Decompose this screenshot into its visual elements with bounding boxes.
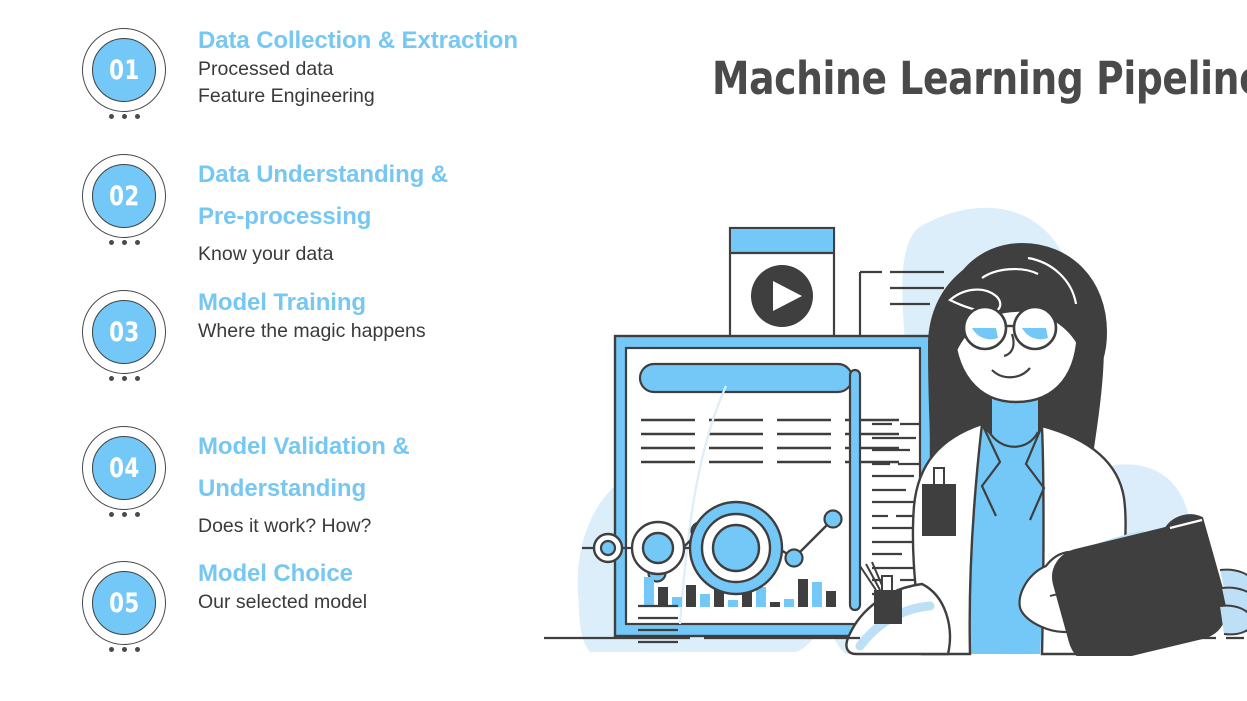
badge-inner-circle: 04 bbox=[92, 436, 156, 500]
step-text-block: Data Understanding & Pre-processing Know… bbox=[198, 148, 448, 267]
step-title: Model Validation & Understanding bbox=[198, 433, 410, 502]
step-text-block: Model Choice Our selected model bbox=[198, 555, 367, 616]
step-number: 05 bbox=[108, 587, 140, 619]
target-large bbox=[688, 500, 784, 596]
step-badge-04: 04 bbox=[76, 420, 176, 535]
slide-root: 01 Data Collection & Extraction Processe… bbox=[0, 0, 1247, 701]
step-text-block: Data Collection & Extraction Processed d… bbox=[198, 22, 518, 109]
step-connector-dots bbox=[98, 240, 150, 245]
step-connector-dots bbox=[98, 512, 150, 517]
step-number: 03 bbox=[108, 316, 140, 348]
step-title: Model Choice bbox=[198, 560, 353, 587]
step-badge-02: 02 bbox=[76, 148, 176, 263]
pipeline-step-05[interactable]: 05 Model Choice Our selected model bbox=[0, 555, 367, 670]
step-subtitle: Know your data bbox=[198, 243, 334, 265]
step-subtitle: Our selected model bbox=[198, 591, 368, 614]
pipeline-step-01[interactable]: 01 Data Collection & Extraction Processe… bbox=[0, 22, 518, 137]
step-subtitle: Where the magic happens bbox=[198, 320, 426, 343]
target-medium bbox=[630, 520, 686, 576]
step-connector-dots bbox=[98, 114, 150, 119]
step-subtitle: Processed data Feature Engineering bbox=[198, 58, 375, 107]
badge-inner-circle: 02 bbox=[92, 164, 156, 228]
hero-illustration bbox=[530, 176, 1247, 656]
step-title: Model Training bbox=[198, 289, 366, 316]
step-connector-dots bbox=[98, 376, 150, 381]
target-small bbox=[592, 532, 624, 564]
step-title: Data Collection & Extraction bbox=[198, 27, 518, 54]
pipeline-step-03[interactable]: 03 Model Training Where the magic happen… bbox=[0, 284, 426, 399]
step-title: Data Understanding & Pre-processing bbox=[198, 161, 449, 230]
step-text-block: Model Validation & Understanding Does it… bbox=[198, 420, 410, 539]
pipeline-step-list: 01 Data Collection & Extraction Processe… bbox=[0, 0, 600, 701]
step-number: 02 bbox=[108, 180, 140, 212]
step-connector-dots bbox=[98, 647, 150, 652]
step-badge-03: 03 bbox=[76, 284, 176, 399]
pipeline-step-04[interactable]: 04 Model Validation & Understanding Does… bbox=[0, 420, 410, 539]
page-title: Machine Learning Pipeline bbox=[712, 52, 1247, 105]
video-panel bbox=[728, 226, 836, 348]
step-number: 04 bbox=[108, 452, 140, 484]
pipeline-step-02[interactable]: 02 Data Understanding & Pre-processing K… bbox=[0, 148, 448, 267]
step-badge-05: 05 bbox=[76, 555, 176, 670]
step-text-block: Model Training Where the magic happens bbox=[198, 284, 426, 345]
badge-inner-circle: 05 bbox=[92, 571, 156, 635]
step-number: 01 bbox=[108, 54, 140, 86]
badge-inner-circle: 03 bbox=[92, 300, 156, 364]
step-subtitle: Does it work? How? bbox=[198, 515, 372, 537]
play-icon bbox=[751, 265, 813, 327]
step-badge-01: 01 bbox=[76, 22, 176, 137]
badge-inner-circle: 01 bbox=[92, 38, 156, 102]
